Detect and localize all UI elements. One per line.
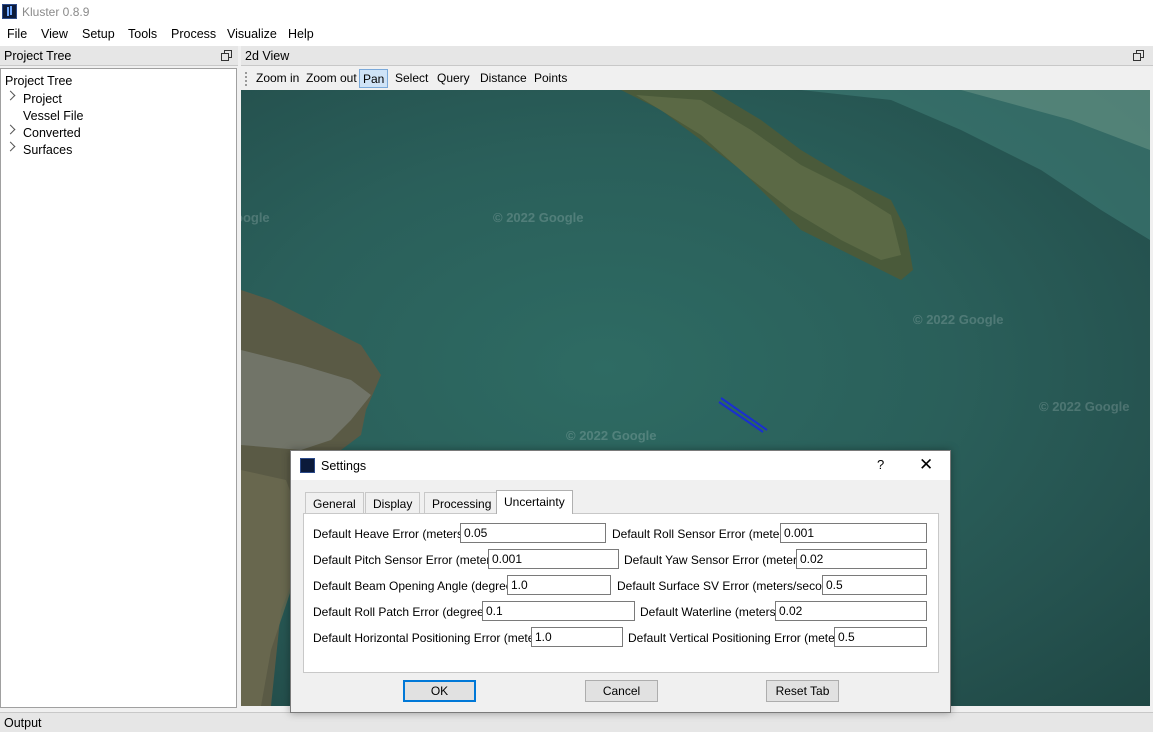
menu-visualize[interactable]: Visualize — [227, 27, 277, 41]
tree-item-converted[interactable]: Converted — [23, 126, 81, 140]
tree-item-vessel-file[interactable]: Vessel File — [23, 109, 83, 123]
waterline-label: Default Waterline (meters) — [640, 605, 780, 619]
zoom-in-button[interactable]: Zoom in — [253, 69, 302, 88]
yaw-sensor-error-input[interactable] — [796, 549, 927, 569]
tree-header: Project Tree — [5, 74, 73, 88]
beam-opening-angle-input[interactable] — [507, 575, 611, 595]
menu-help[interactable]: Help — [288, 27, 314, 41]
yaw-sensor-error-label: Default Yaw Sensor Error (meters) — [624, 553, 807, 567]
chevron-right-icon[interactable] — [5, 141, 16, 152]
menu-view[interactable]: View — [41, 27, 68, 41]
project-tree-dock-title: Project Tree — [0, 46, 238, 66]
project-tree-dock-label: Project Tree — [4, 49, 72, 63]
app-logo-icon — [300, 458, 315, 473]
menu-file[interactable]: File — [7, 27, 27, 41]
project-tree[interactable]: Project Tree Project Vessel File Convert… — [0, 68, 237, 708]
tree-item-project[interactable]: Project — [23, 92, 62, 106]
tab-uncertainty[interactable]: Uncertainty — [496, 490, 573, 514]
vertical-positioning-error-input[interactable] — [834, 627, 927, 647]
output-dock: Output — [0, 712, 1153, 732]
title-bar: Kluster 0.8.9 — [0, 0, 1153, 24]
map-toolbar: Zoom in Zoom out Pan Select Query Distan… — [241, 68, 1153, 90]
pitch-sensor-error-label: Default Pitch Sensor Error (meters) — [313, 553, 501, 567]
menu-process[interactable]: Process — [171, 27, 216, 41]
dialog-title-bar: Settings ? ✕ — [291, 451, 950, 480]
window-title: Kluster 0.8.9 — [22, 5, 90, 19]
menu-bar: File View Setup Tools Process Visualize … — [0, 24, 1153, 46]
ok-button[interactable]: OK — [403, 680, 476, 702]
map-watermark: oogle — [241, 210, 270, 225]
query-button[interactable]: Query — [434, 69, 473, 88]
close-icon[interactable]: ✕ — [919, 455, 933, 475]
toolbar-grip[interactable] — [245, 72, 247, 86]
map-watermark: © 2022 Google — [913, 312, 1004, 327]
undock-icon[interactable] — [1133, 50, 1144, 61]
roll-patch-error-input[interactable] — [482, 601, 635, 621]
horizontal-positioning-error-input[interactable] — [531, 627, 623, 647]
roll-patch-error-label: Default Roll Patch Error (degrees) — [313, 605, 494, 619]
vertical-positioning-error-label: Default Vertical Positioning Error (mete… — [628, 631, 849, 645]
undock-icon[interactable] — [221, 50, 232, 61]
surface-sv-error-label: Default Surface SV Error (meters/second) — [617, 579, 840, 593]
distance-button[interactable]: Distance — [477, 69, 530, 88]
waterline-input[interactable] — [775, 601, 927, 621]
horizontal-positioning-error-label: Default Horizontal Positioning Error (me… — [313, 631, 549, 645]
select-button[interactable]: Select — [392, 69, 431, 88]
pan-button[interactable]: Pan — [359, 69, 389, 88]
survey-track-line — [720, 397, 768, 431]
pitch-sensor-error-input[interactable] — [488, 549, 619, 569]
2d-view-dock-title: 2d View — [241, 46, 1153, 66]
heave-error-input[interactable] — [460, 523, 606, 543]
2d-view-dock-label: 2d View — [245, 49, 290, 63]
chevron-right-icon[interactable] — [5, 90, 16, 101]
points-button[interactable]: Points — [531, 69, 570, 88]
beam-opening-angle-label: Default Beam Opening Angle (degrees) — [313, 579, 523, 593]
heave-error-label: Default Heave Error (meters) — [313, 527, 468, 541]
roll-sensor-error-label: Default Roll Sensor Error (meters) — [612, 527, 794, 541]
tab-display[interactable]: Display — [365, 492, 421, 513]
reset-tab-button[interactable]: Reset Tab — [766, 680, 839, 702]
tab-processing[interactable]: Processing — [424, 492, 500, 513]
project-tree-dock: Project Tree Project Tree Project Vessel… — [0, 46, 238, 708]
tab-general[interactable]: General — [305, 492, 364, 513]
zoom-out-button[interactable]: Zoom out — [303, 69, 360, 88]
output-dock-label: Output — [4, 716, 42, 730]
map-watermark: © 2022 Google — [566, 428, 657, 443]
menu-tools[interactable]: Tools — [128, 27, 157, 41]
chevron-right-icon[interactable] — [5, 124, 16, 135]
surface-sv-error-input[interactable] — [822, 575, 927, 595]
map-watermark: © 2022 Google — [493, 210, 584, 225]
help-icon[interactable]: ? — [877, 457, 884, 472]
roll-sensor-error-input[interactable] — [780, 523, 927, 543]
menu-setup[interactable]: Setup — [82, 27, 115, 41]
map-watermark: © 2022 Google — [1039, 399, 1130, 414]
dialog-title: Settings — [321, 459, 367, 473]
settings-dialog: Settings ? ✕ General Display Processing … — [290, 450, 951, 713]
tree-item-surfaces[interactable]: Surfaces — [23, 143, 72, 157]
app-logo-icon — [2, 4, 17, 19]
cancel-button[interactable]: Cancel — [585, 680, 658, 702]
